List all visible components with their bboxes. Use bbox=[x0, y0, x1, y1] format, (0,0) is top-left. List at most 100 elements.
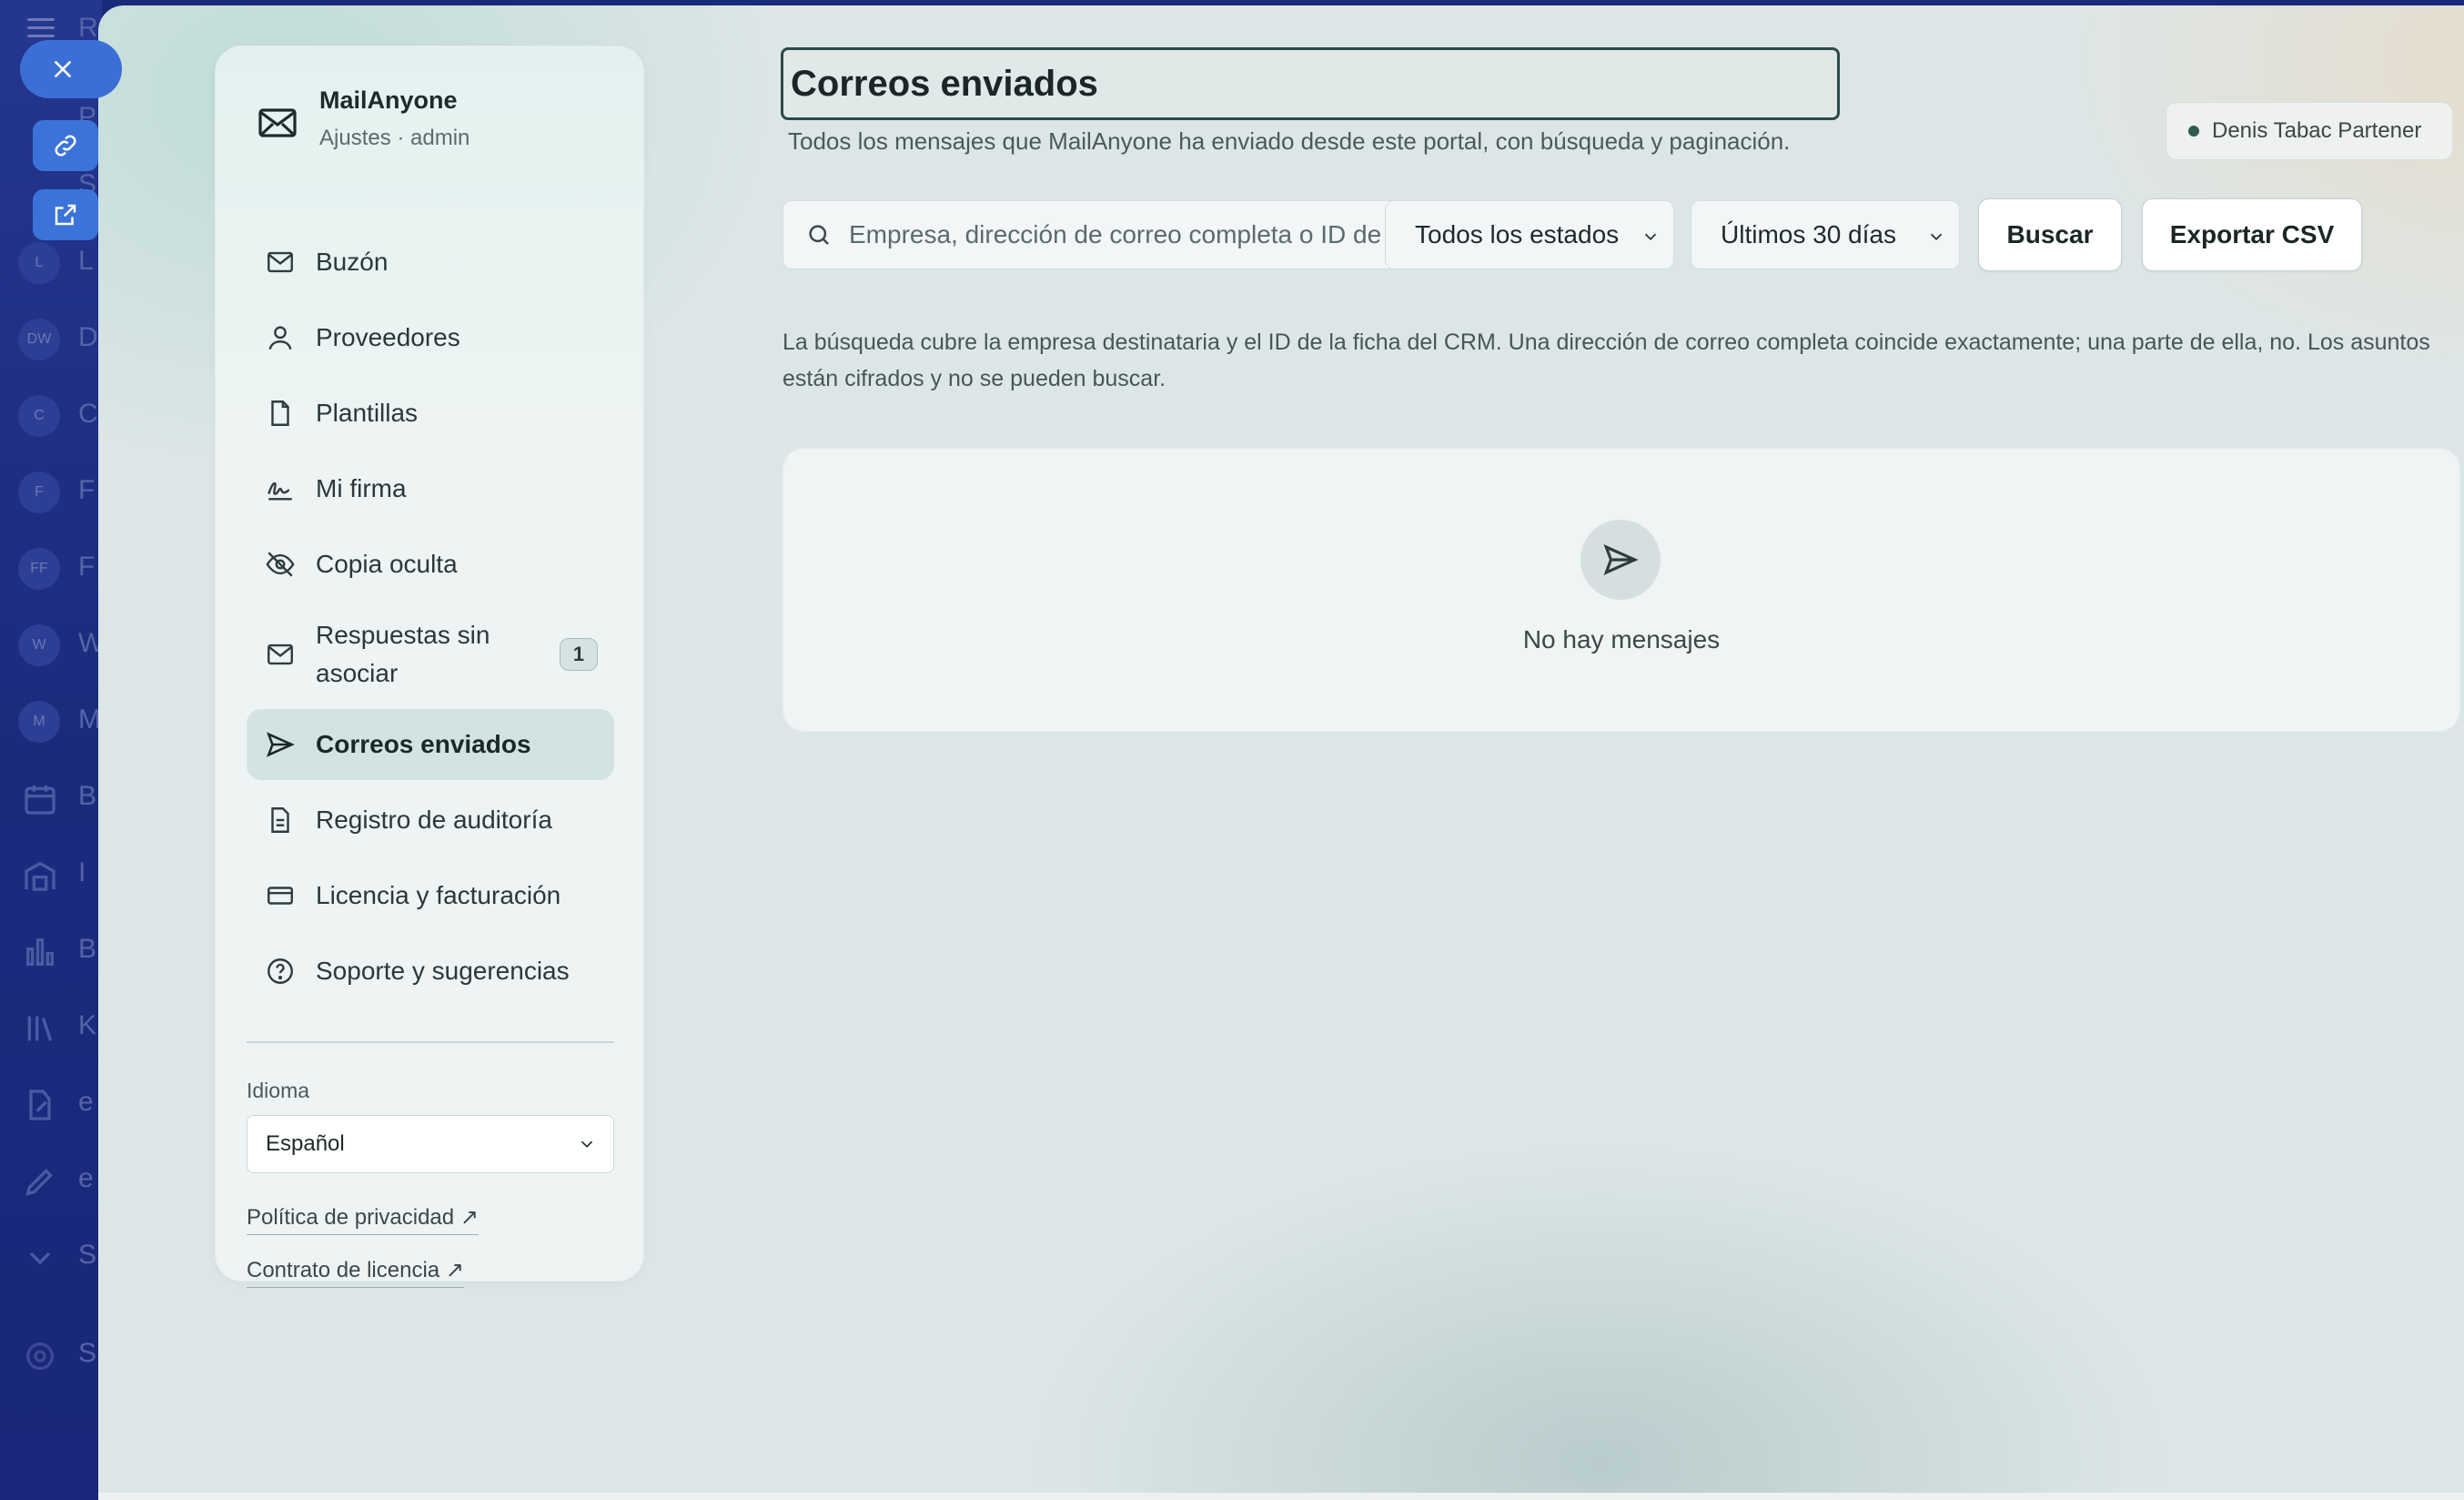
sidebar-item-label: Plantillas bbox=[316, 399, 419, 427]
chevron-down-icon bbox=[1644, 233, 1657, 241]
rail-avatar[interactable]: F bbox=[18, 471, 60, 513]
rail-avatar[interactable]: DW bbox=[18, 319, 60, 360]
search-field[interactable] bbox=[783, 200, 1465, 269]
page-subtitle: Todos los mensajes que MailAnyone ha env… bbox=[788, 127, 1791, 155]
sidebar-divider bbox=[247, 1041, 614, 1043]
sidebar-item-label: Respuestas sin asociar bbox=[316, 621, 490, 687]
user-chip: Denis Tabac Partener bbox=[2166, 102, 2453, 160]
export-csv-button[interactable]: Exportar CSV bbox=[2142, 198, 2362, 271]
send-icon bbox=[266, 732, 295, 757]
rail-letter: S bbox=[78, 1240, 97, 1270]
calendar-icon[interactable] bbox=[22, 781, 58, 817]
language-label: Idioma bbox=[247, 1079, 310, 1102]
open-external-button[interactable] bbox=[33, 189, 98, 240]
copy-link-button[interactable] bbox=[33, 120, 98, 171]
sidebar-item-bcc[interactable]: Copia oculta bbox=[247, 529, 614, 600]
external-link-icon bbox=[55, 204, 76, 226]
language-select[interactable]: Español bbox=[247, 1115, 614, 1173]
sidebar-item-providers[interactable]: Proveedores bbox=[247, 302, 614, 373]
sidebar-item-label: Copia oculta bbox=[316, 550, 458, 578]
library-icon[interactable] bbox=[22, 1010, 58, 1047]
file-icon bbox=[271, 400, 289, 426]
hamburger-menu-icon[interactable] bbox=[27, 18, 55, 38]
empty-state-icon bbox=[1580, 520, 1661, 600]
edit-document-icon[interactable] bbox=[22, 1087, 58, 1123]
gear-icon[interactable] bbox=[22, 1338, 58, 1374]
brand-name: MailAnyone bbox=[319, 86, 458, 114]
rail-avatar[interactable]: C bbox=[18, 395, 60, 437]
rail-avatar[interactable]: FF bbox=[18, 548, 60, 590]
sidebar-item-signature[interactable]: Mi firma bbox=[247, 453, 614, 524]
rail-letter: C bbox=[78, 399, 98, 429]
sidebar-item-support[interactable]: Soporte y sugerencias bbox=[247, 936, 614, 1007]
rail-letter: K bbox=[78, 1010, 97, 1040]
sidebar-item-audit-log[interactable]: Registro de auditoría bbox=[247, 785, 614, 856]
eye-off-icon bbox=[266, 552, 295, 577]
rail-letter: B bbox=[78, 781, 97, 811]
status-dot bbox=[2188, 126, 2199, 137]
rail-letter: S bbox=[78, 1338, 97, 1368]
sidebar-item-sent-emails[interactable]: Correos enviados bbox=[247, 709, 614, 780]
sidebar-item-label: Mi firma bbox=[316, 474, 407, 502]
page-title[interactable]: Correos enviados bbox=[781, 47, 1840, 120]
search-button[interactable]: Buscar bbox=[1978, 198, 2122, 271]
rail-avatar[interactable]: L bbox=[18, 242, 60, 284]
mail-logo-icon bbox=[258, 108, 297, 137]
date-range-select[interactable]: Últimos 30 días bbox=[1691, 200, 1960, 269]
status-filter-select[interactable]: Todos los estados bbox=[1385, 200, 1674, 269]
search-help-text: La búsqueda cubre la empresa destinatari… bbox=[783, 329, 2430, 391]
sidebar-item-inbox[interactable]: Buzón bbox=[247, 227, 614, 298]
empty-state-text: No hay mensajes bbox=[1522, 625, 1721, 654]
sidebar-item-label: Soporte y sugerencias bbox=[316, 957, 570, 985]
close-icon bbox=[55, 61, 71, 77]
pencil-icon[interactable] bbox=[22, 1163, 58, 1200]
bar-chart-icon[interactable] bbox=[22, 934, 58, 970]
user-name: Denis Tabac Partener bbox=[2212, 118, 2422, 143]
send-icon bbox=[1603, 544, 1639, 575]
sidebar-item-label: Buzón bbox=[316, 248, 389, 276]
settings-modal: MailAnyone Ajustes · admin Buzón Proveed… bbox=[98, 5, 2464, 1493]
unmatched-count-badge: 1 bbox=[560, 638, 598, 671]
rail-avatar[interactable]: W bbox=[18, 624, 60, 666]
privacy-policy-link[interactable]: Política de privacidad ↗ bbox=[247, 1204, 479, 1235]
document-icon bbox=[271, 807, 289, 833]
rail-letter: B bbox=[78, 934, 97, 964]
credit-card-icon bbox=[268, 887, 293, 905]
sidebar-item-label: Licencia y facturación bbox=[316, 881, 561, 909]
rail-letter: I bbox=[78, 857, 86, 887]
user-icon bbox=[268, 326, 292, 350]
link-icon bbox=[55, 135, 76, 157]
chevron-down-icon bbox=[581, 1140, 593, 1149]
rail-letter: L bbox=[78, 246, 94, 276]
brand: MailAnyone Ajustes · admin bbox=[256, 86, 470, 151]
help-circle-icon bbox=[268, 958, 293, 984]
license-agreement-link[interactable]: Contrato de licencia ↗ bbox=[247, 1257, 464, 1288]
sidebar-item-templates[interactable]: Plantillas bbox=[247, 378, 614, 449]
close-button[interactable] bbox=[20, 40, 122, 98]
rail-avatar[interactable]: M bbox=[18, 701, 60, 743]
chevron-down-icon[interactable] bbox=[22, 1240, 58, 1276]
rail-letter: R bbox=[78, 13, 98, 43]
rail-letter: e bbox=[78, 1087, 94, 1117]
sidebar-item-label: Proveedores bbox=[316, 323, 460, 351]
sidebar-item-license-billing[interactable]: Licencia y facturación bbox=[247, 860, 614, 931]
status-filter-value: Todos los estados bbox=[1415, 220, 1620, 248]
search-input[interactable] bbox=[849, 220, 1422, 249]
sidebar-item-label: Registro de auditoría bbox=[316, 806, 552, 834]
rail-letter: F bbox=[78, 552, 96, 582]
empty-state-card: No hay mensajes bbox=[783, 448, 2460, 732]
rail-letter: D bbox=[78, 322, 98, 352]
rail-letter: e bbox=[78, 1163, 94, 1193]
language-value: Español bbox=[266, 1131, 345, 1156]
mail-icon bbox=[268, 251, 293, 273]
date-range-value: Últimos 30 días bbox=[1721, 220, 1896, 248]
sidebar-item-label: Correos enviados bbox=[316, 730, 531, 758]
rail-letter: F bbox=[78, 475, 96, 505]
building-icon[interactable] bbox=[22, 857, 58, 894]
mail-icon bbox=[268, 644, 293, 665]
signature-icon bbox=[268, 481, 292, 501]
sidebar-item-unmatched-replies[interactable]: Respuestas sin asociar 1 bbox=[247, 604, 614, 704]
brand-subtitle: Ajustes · admin bbox=[319, 126, 470, 150]
search-icon bbox=[809, 225, 829, 245]
chevron-down-icon bbox=[1930, 233, 1943, 241]
